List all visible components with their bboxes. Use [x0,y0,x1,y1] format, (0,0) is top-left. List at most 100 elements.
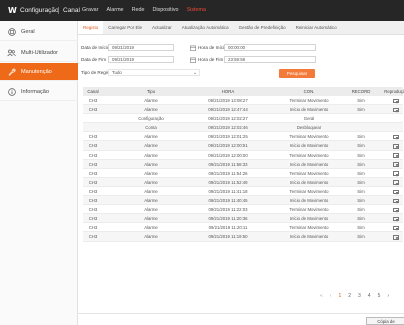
start-date-field[interactable]: 09/21/2019 [108,44,174,51]
sidebar-item-informacao[interactable]: Informação [0,83,78,101]
backup-button[interactable]: Cópia de Segurança [366,317,404,325]
col-canal[interactable]: Canal [83,87,103,96]
cell-hora: 09/21/2019 12:02:27 [208,116,248,122]
cell-canal: CH3 [88,98,98,103]
page-5-button[interactable]: 5 [378,293,381,299]
cell-canal: CH3 [88,170,98,176]
table-row[interactable]: CH3 Alarme 09/21/2019 11:41:18 Terminar Mov… [83,187,403,197]
table-row[interactable]: CH3 Alarme 09/21/2019 11:20:36 Início de Mo… [83,214,404,224]
playback-icon[interactable] [393,216,399,222]
playback-icon[interactable] [393,198,399,204]
table-row[interactable]: CH3 Alarme 09/21/2019 12:01:25 Terminar Mov… [83,132,404,142]
page-1-button[interactable]: 1 [338,293,341,299]
col-hora[interactable]: HORA [193,87,263,96]
sidebar-item-geral[interactable]: Geral [0,23,78,41]
playback-icon[interactable] [393,207,399,213]
sidebar-item-label: Multi-Utilizador [21,49,58,56]
first-page-button[interactable]: « [320,293,323,299]
cell-tipo: Alarme [144,198,158,204]
cell-con: Desbloquear [296,125,322,131]
tab-reiniciar-automatico[interactable]: Reiniciar Automático [291,21,342,34]
playback-icon[interactable] [393,162,399,167]
tab-atualizacao-automatica[interactable]: Atualização Automática [177,21,234,34]
calendar-icon[interactable] [190,45,196,51]
cell-con: Terminar Movimento [289,98,329,103]
end-date-field[interactable]: 09/21/2019 [108,56,174,63]
context-label[interactable]: Canal [63,7,80,14]
playback-icon[interactable] [393,153,399,158]
log-type-select[interactable]: Tudo [108,69,200,76]
tab-gestao-predefinicao[interactable]: Gestão de Predefinição [234,21,291,34]
topnav-dispositivo[interactable]: Dispositivo [152,7,178,13]
table-row[interactable]: CH3 Alarme 09/21/2019 11:54:26 Terminar Mov… [83,169,403,178]
cell-reproducao [369,132,404,141]
wrench-icon [7,67,16,76]
page-4-button[interactable]: 4 [368,293,371,299]
playback-icon[interactable] [393,180,399,185]
cell-tipo: Alarme [144,225,158,231]
cell-tipo: Alarme [144,161,158,167]
col-tipo[interactable]: Tipo [115,87,187,96]
table-row[interactable]: CH3 Alarme 09/21/2019 11:52:49 Início de Mo… [83,177,404,187]
table-row[interactable]: CH3 Alarme 09/21/2019 11:19:50 Início de Mo… [83,232,404,242]
table-row[interactable]: CH3 Alarme 09/21/2019 13:08:27 Terminar Mov… [83,96,403,106]
sidebar-item-multi-utilizador[interactable]: Multi-Utilizador [0,44,78,62]
playback-icon[interactable] [393,171,399,176]
cell-tipo: Alarme [144,179,158,185]
table-row[interactable]: CH3 Alarme 09/21/2019 11:40:45 Início de Mo… [83,196,404,206]
cell-canal: CH3 [88,234,98,240]
table-row[interactable]: CH3 Alarme 09/21/2019 12:00:51 Início de Mo… [83,141,403,151]
topnav-alarme[interactable]: Alarme [106,7,123,13]
end-time-field[interactable]: 23:59:59 [224,56,316,63]
cell-reproducao [369,223,404,232]
start-time-field[interactable]: 00:00:00 [224,44,316,51]
prev-page-button[interactable]: ‹ [330,293,332,299]
cell-hora: 09/21/2019 11:19:50 [208,234,248,240]
chevron-down-icon[interactable]: ⌄ [193,70,197,76]
cell-con: Terminar Movimento [289,152,329,158]
sidebar-item-manutencao[interactable]: Manutenção [0,63,78,81]
table-row[interactable]: CH3 Alarme 09/21/2019 11:22:03 Terminar Mov… [83,205,403,215]
playback-icon[interactable] [393,189,399,195]
cell-reproducao [369,232,404,241]
cell-reproducao [369,214,404,223]
cell-con: Início de Movimento [289,161,329,167]
cell-con: Início de Movimento [289,234,329,240]
table-row[interactable]: CH3 Alarme 09/21/2019 12:47:44 Início de Mo… [83,105,403,115]
playback-icon[interactable] [393,235,399,240]
sidebar: Geral Multi-Utilizador Manutenção Inform… [0,21,78,325]
cell-con: Terminar Movimento [289,170,329,176]
topnav-gravar[interactable]: Gravar [82,7,98,13]
col-con[interactable]: CON. [269,87,349,96]
playback-icon[interactable] [393,144,399,149]
page-3-button[interactable]: 3 [358,293,361,299]
tab-carregar[interactable]: Carregar Por Ele [103,21,147,34]
tab-actualizar[interactable]: Actualizar [147,21,177,34]
tab-registo[interactable]: Registo [78,21,104,34]
end-date-label: Data de Fim [81,57,107,62]
next-page-button[interactable]: › [387,293,389,299]
col-reproducao[interactable]: Reprodução [369,87,404,96]
playback-icon[interactable] [393,107,399,113]
cell-con: Terminar Movimento [289,207,329,213]
app-title: Configuração [20,7,59,14]
playback-icon[interactable] [393,98,399,104]
search-button[interactable]: Pesquisar [279,69,315,78]
table-row[interactable]: CH3 Alarme 09/21/2019 12:00:00 Terminar Mov… [83,151,403,160]
topnav-sistema[interactable]: Sistema [187,7,206,13]
table-row[interactable]: Configuração 09/21/2019 12:02:27 Geral [83,114,403,124]
cell-hora: 09/21/2019 11:41:18 [208,188,248,194]
cell-reproducao [369,178,404,187]
table-row[interactable]: CH3 Alarme 09/21/2019 11:20:11 Terminar Mov… [83,223,404,233]
cell-reproducao [369,196,404,205]
cell-hora: 09/21/2019 11:22:03 [208,207,248,213]
playback-icon[interactable] [393,134,399,140]
playback-icon[interactable] [393,225,399,231]
cell-con: Início de Movimento [289,107,329,113]
calendar-icon[interactable] [190,57,196,63]
page-2-button[interactable]: 2 [348,293,351,299]
cell-tipo: Alarme [144,134,158,140]
table-row[interactable]: CH3 Alarme 09/21/2019 11:58:33 Início de Mo… [83,159,403,169]
topnav-rede[interactable]: Rede [132,7,145,13]
table-row[interactable]: Conta 09/21/2019 12:02:46 Desbloquear [83,123,403,133]
